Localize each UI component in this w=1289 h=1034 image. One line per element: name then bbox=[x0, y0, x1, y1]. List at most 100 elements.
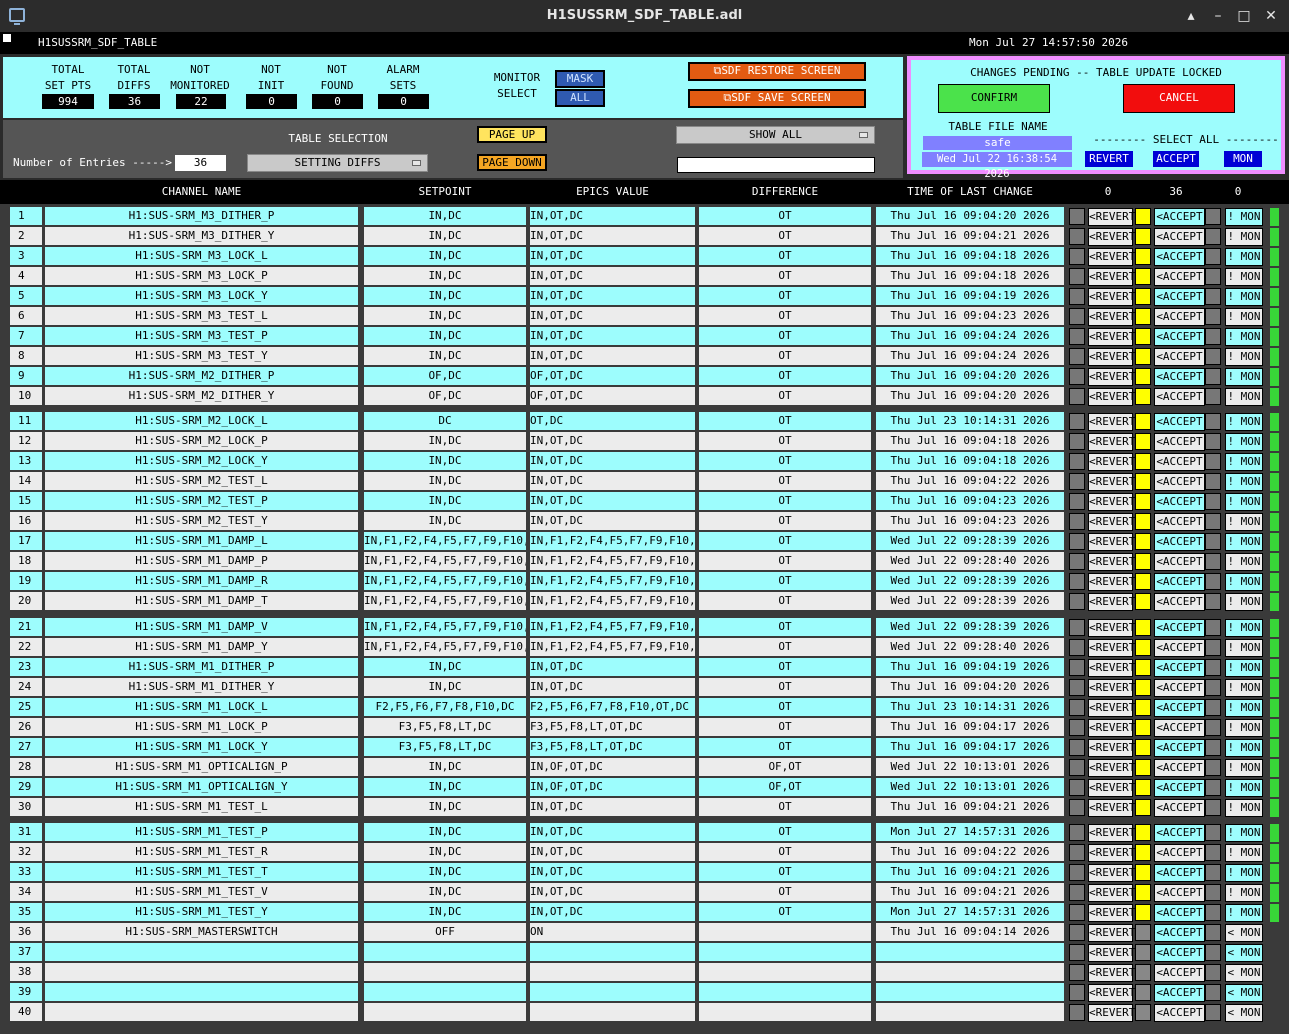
accept-checkbox[interactable] bbox=[1135, 719, 1151, 736]
mon-checkbox[interactable] bbox=[1205, 759, 1221, 776]
revert-button[interactable]: <REVERT bbox=[1088, 268, 1135, 286]
accept-button[interactable]: <ACCEPT bbox=[1154, 388, 1205, 406]
filter-input[interactable] bbox=[677, 157, 875, 173]
accept-button[interactable]: <ACCEPT bbox=[1154, 739, 1205, 757]
mon-button[interactable]: ! MON bbox=[1225, 864, 1263, 882]
accept-button[interactable]: <ACCEPT bbox=[1154, 433, 1205, 451]
revert-button[interactable]: <REVERT bbox=[1088, 493, 1135, 511]
revert-button[interactable]: <REVERT bbox=[1088, 619, 1135, 637]
accept-checkbox[interactable] bbox=[1135, 388, 1151, 405]
revert-checkbox[interactable] bbox=[1069, 699, 1085, 716]
accept-checkbox[interactable] bbox=[1135, 433, 1151, 450]
accept-button[interactable]: <ACCEPT bbox=[1154, 719, 1205, 737]
revert-checkbox[interactable] bbox=[1069, 779, 1085, 796]
accept-button[interactable]: <ACCEPT bbox=[1154, 573, 1205, 591]
accept-button[interactable]: <ACCEPT bbox=[1154, 308, 1205, 326]
accept-button[interactable]: <ACCEPT bbox=[1154, 964, 1205, 982]
revert-checkbox[interactable] bbox=[1069, 413, 1085, 430]
revert-button[interactable]: <REVERT bbox=[1088, 964, 1135, 982]
mon-button[interactable]: ! MON bbox=[1225, 248, 1263, 266]
accept-checkbox[interactable] bbox=[1135, 799, 1151, 816]
mon-checkbox[interactable] bbox=[1205, 719, 1221, 736]
accept-checkbox[interactable] bbox=[1135, 288, 1151, 305]
mon-checkbox[interactable] bbox=[1205, 388, 1221, 405]
select-all-accept-button[interactable]: ACCEPT bbox=[1153, 151, 1199, 167]
revert-checkbox[interactable] bbox=[1069, 593, 1085, 610]
revert-checkbox[interactable] bbox=[1069, 944, 1085, 961]
accept-checkbox[interactable] bbox=[1135, 1004, 1151, 1021]
accept-checkbox[interactable] bbox=[1135, 779, 1151, 796]
revert-button[interactable]: <REVERT bbox=[1088, 553, 1135, 571]
accept-button[interactable]: <ACCEPT bbox=[1154, 619, 1205, 637]
mon-checkbox[interactable] bbox=[1205, 659, 1221, 676]
revert-checkbox[interactable] bbox=[1069, 759, 1085, 776]
close-icon[interactable]: ✕ bbox=[1262, 7, 1280, 25]
revert-checkbox[interactable] bbox=[1069, 288, 1085, 305]
sdf-save-screen-button[interactable]: ⧉SDF SAVE SCREEN bbox=[688, 89, 866, 108]
accept-checkbox[interactable] bbox=[1135, 884, 1151, 901]
select-all-mon-button[interactable]: MON bbox=[1224, 151, 1262, 167]
revert-button[interactable]: <REVERT bbox=[1088, 984, 1135, 1002]
accept-checkbox[interactable] bbox=[1135, 368, 1151, 385]
accept-button[interactable]: <ACCEPT bbox=[1154, 553, 1205, 571]
revert-button[interactable]: <REVERT bbox=[1088, 844, 1135, 862]
revert-checkbox[interactable] bbox=[1069, 473, 1085, 490]
accept-checkbox[interactable] bbox=[1135, 553, 1151, 570]
revert-button[interactable]: <REVERT bbox=[1088, 1004, 1135, 1022]
accept-checkbox[interactable] bbox=[1135, 679, 1151, 696]
mon-checkbox[interactable] bbox=[1205, 308, 1221, 325]
accept-button[interactable]: <ACCEPT bbox=[1154, 984, 1205, 1002]
revert-checkbox[interactable] bbox=[1069, 368, 1085, 385]
revert-checkbox[interactable] bbox=[1069, 799, 1085, 816]
accept-button[interactable]: <ACCEPT bbox=[1154, 779, 1205, 797]
revert-checkbox[interactable] bbox=[1069, 433, 1085, 450]
mon-button[interactable]: ! MON bbox=[1225, 884, 1263, 902]
revert-checkbox[interactable] bbox=[1069, 639, 1085, 656]
accept-checkbox[interactable] bbox=[1135, 228, 1151, 245]
mon-checkbox[interactable] bbox=[1205, 348, 1221, 365]
mon-button[interactable]: < MON bbox=[1225, 944, 1263, 962]
revert-button[interactable]: <REVERT bbox=[1088, 208, 1135, 226]
revert-checkbox[interactable] bbox=[1069, 348, 1085, 365]
mon-checkbox[interactable] bbox=[1205, 433, 1221, 450]
revert-checkbox[interactable] bbox=[1069, 984, 1085, 1001]
accept-button[interactable]: <ACCEPT bbox=[1154, 513, 1205, 531]
mon-checkbox[interactable] bbox=[1205, 619, 1221, 636]
revert-button[interactable]: <REVERT bbox=[1088, 388, 1135, 406]
accept-button[interactable]: <ACCEPT bbox=[1154, 944, 1205, 962]
mon-button[interactable]: ! MON bbox=[1225, 308, 1263, 326]
revert-button[interactable]: <REVERT bbox=[1088, 659, 1135, 677]
revert-button[interactable]: <REVERT bbox=[1088, 248, 1135, 266]
revert-button[interactable]: <REVERT bbox=[1088, 533, 1135, 551]
accept-button[interactable]: <ACCEPT bbox=[1154, 533, 1205, 551]
mon-checkbox[interactable] bbox=[1205, 593, 1221, 610]
revert-checkbox[interactable] bbox=[1069, 533, 1085, 550]
revert-button[interactable]: <REVERT bbox=[1088, 473, 1135, 491]
revert-checkbox[interactable] bbox=[1069, 573, 1085, 590]
accept-button[interactable]: <ACCEPT bbox=[1154, 639, 1205, 657]
revert-button[interactable]: <REVERT bbox=[1088, 904, 1135, 922]
mon-button[interactable]: ! MON bbox=[1225, 759, 1263, 777]
revert-button[interactable]: <REVERT bbox=[1088, 413, 1135, 431]
revert-checkbox[interactable] bbox=[1069, 513, 1085, 530]
accept-checkbox[interactable] bbox=[1135, 964, 1151, 981]
mon-checkbox[interactable] bbox=[1205, 844, 1221, 861]
page-up-button[interactable]: PAGE UP bbox=[477, 126, 547, 143]
accept-button[interactable]: <ACCEPT bbox=[1154, 884, 1205, 902]
accept-checkbox[interactable] bbox=[1135, 248, 1151, 265]
mon-button[interactable]: ! MON bbox=[1225, 739, 1263, 757]
accept-button[interactable]: <ACCEPT bbox=[1154, 208, 1205, 226]
accept-checkbox[interactable] bbox=[1135, 413, 1151, 430]
mon-checkbox[interactable] bbox=[1205, 513, 1221, 530]
mon-button[interactable]: ! MON bbox=[1225, 904, 1263, 922]
revert-button[interactable]: <REVERT bbox=[1088, 228, 1135, 246]
accept-checkbox[interactable] bbox=[1135, 328, 1151, 345]
revert-button[interactable]: <REVERT bbox=[1088, 368, 1135, 386]
accept-checkbox[interactable] bbox=[1135, 824, 1151, 841]
accept-button[interactable]: <ACCEPT bbox=[1154, 759, 1205, 777]
accept-button[interactable]: <ACCEPT bbox=[1154, 904, 1205, 922]
accept-button[interactable]: <ACCEPT bbox=[1154, 844, 1205, 862]
mon-checkbox[interactable] bbox=[1205, 739, 1221, 756]
revert-checkbox[interactable] bbox=[1069, 268, 1085, 285]
accept-button[interactable]: <ACCEPT bbox=[1154, 593, 1205, 611]
